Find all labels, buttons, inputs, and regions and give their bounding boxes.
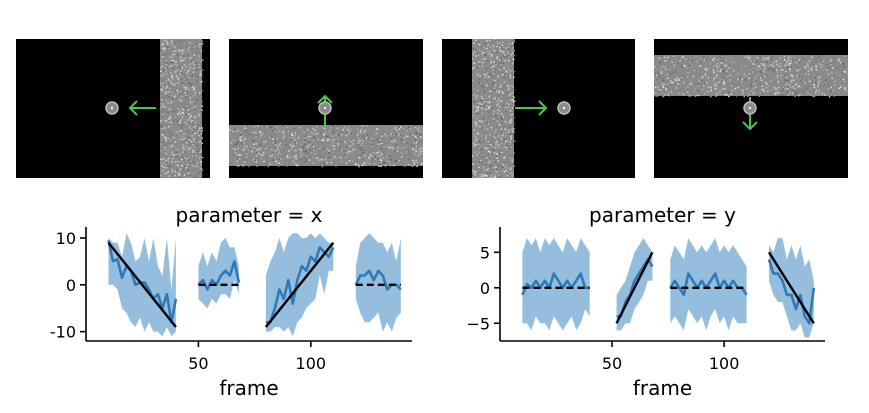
confidence-band-4 (355, 233, 401, 332)
chart-title: parameter = x (176, 203, 323, 227)
x-tick-label: 100 (296, 354, 327, 373)
x-tick-label: 50 (188, 354, 208, 373)
noise-bar (229, 125, 423, 168)
chart-parameter-y: parameter = y50−550 100frame (466, 203, 825, 400)
fixation-center (110, 106, 114, 110)
x-axis-label: frame (633, 376, 692, 400)
y-tick-label: 5 (480, 243, 490, 262)
chart-parameter-x: parameter = x100-1050 100frame (50, 203, 412, 400)
stimulus-panel-3 (442, 39, 635, 178)
y-tick-label: 0 (66, 276, 76, 295)
noise-bar (160, 39, 204, 178)
noise-bar (654, 55, 848, 98)
stimulus-panel-2 (229, 39, 423, 178)
fixation-center (562, 106, 566, 110)
noise-bar (472, 39, 516, 178)
stimulus-panel-4 (654, 39, 848, 178)
y-tick-label: 0 (480, 279, 490, 298)
x-tick-label: 50 (602, 354, 622, 373)
x-tick-label: 100 (709, 354, 740, 373)
confidence-band-2 (198, 238, 239, 309)
stimulus-panel-1 (16, 39, 210, 178)
x-axis-label: frame (219, 376, 278, 400)
y-tick-label: 10 (56, 229, 76, 248)
y-tick-label: −5 (466, 314, 490, 333)
fixation-center (748, 106, 752, 110)
fixation-center (323, 106, 327, 110)
chart-title: parameter = y (589, 203, 736, 227)
y-tick-label: -10 (50, 323, 76, 342)
